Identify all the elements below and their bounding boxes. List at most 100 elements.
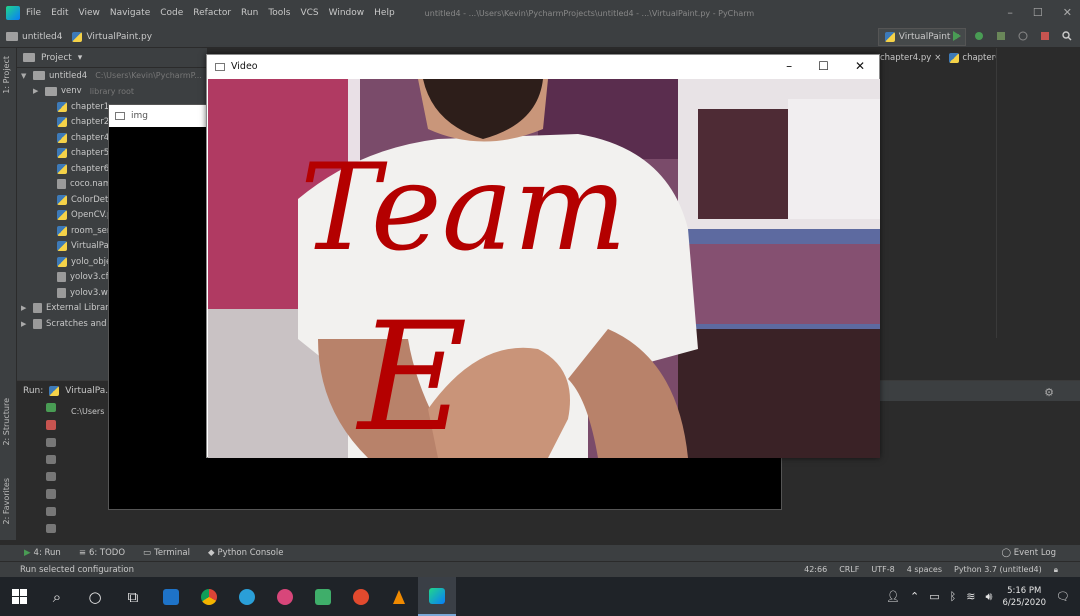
minimize-icon[interactable]: – [786,59,792,73]
photos-icon[interactable] [304,577,342,616]
lock-icon[interactable]: 🔒︎ [1054,565,1058,575]
stop-icon[interactable] [46,420,56,430]
expand-arrow-icon[interactable]: ▶ [21,320,29,328]
tree-item-path: library root [89,86,135,96]
breadcrumb-project[interactable]: untitled4 [6,32,62,42]
tree-item-label: untitled4 [49,70,88,81]
volume-icon[interactable]: 🔊︎ [986,590,993,604]
profile-icon[interactable] [1018,30,1028,42]
line-separator[interactable]: CRLF [839,565,859,575]
camera-icon[interactable]: ▭ [929,590,939,603]
trash-icon[interactable] [46,523,56,533]
event-log-button[interactable]: ◯ Event Log [1002,548,1056,558]
run-icon: ▶ [24,548,31,558]
windows-taskbar: ⌕ ○ ⧉ 👤︎ ⌃ ▭ ᛒ ≋ 🔊︎ 5:16 PM 6/25/2020 🗨︎ [0,577,1080,616]
tab-python-console-label: Python Console [217,548,284,558]
side-tab-favorites[interactable]: 2: Favorites [2,478,11,524]
cortana-icon[interactable]: ○ [76,577,114,616]
search-icon[interactable]: ⌕ [38,577,76,616]
mail-icon[interactable] [152,577,190,616]
maximize-icon[interactable]: ☐ [1033,6,1043,19]
menu-item-vcs[interactable]: VCS [300,8,318,18]
tree-item[interactable]: ▼ untitled4 C:\Users\Kevin\PycharmP... [17,68,207,84]
python-file-icon [49,386,60,396]
list-icon: ≡ [78,548,86,558]
project-panel-header[interactable]: Project ▾ [17,48,207,68]
menu-item-refactor[interactable]: Refactor [193,8,231,18]
painted-word-team: Team [300,139,627,278]
breadcrumb-file[interactable]: VirtualPaint.py [72,31,152,42]
editor-tab[interactable]: chapter4.py × [880,53,941,63]
run-icon[interactable] [952,30,962,42]
file-icon [33,303,42,314]
tree-item-path: C:\Users\Kevin\PycharmP... [95,71,202,81]
minimize-icon[interactable]: – [1007,6,1013,19]
indent-setting[interactable]: 4 spaces [907,565,942,575]
search-icon[interactable] [1062,30,1072,42]
pycharm-taskbar-icon[interactable] [418,577,456,616]
menu-item-view[interactable]: View [79,8,100,18]
side-tab-structure[interactable]: 2: Structure [2,398,11,446]
soft-wrap-icon[interactable] [46,454,56,464]
tree-item-label: venv [61,86,82,97]
video-window[interactable]: Video – ☐ ✕ Team E [206,54,880,458]
editor-right-gutter [996,48,1080,338]
img-window-title: img [131,111,148,121]
people-icon[interactable]: 👤︎ [886,590,900,603]
expand-arrow-icon[interactable]: ▼ [21,72,29,80]
tab-run[interactable]: ▶ 4: Run [24,548,61,558]
expand-arrow-icon[interactable]: ▶ [33,87,41,95]
task-view-icon[interactable]: ⧉ [114,577,152,616]
layout-icon[interactable] [46,437,56,447]
video-window-titlebar[interactable]: Video [207,55,879,78]
menu-item-run[interactable]: Run [241,8,258,18]
window-icon [115,112,125,120]
editor-tab-label: chapter4.py [880,53,932,63]
scroll-to-end-icon[interactable] [46,472,56,482]
coverage-icon[interactable] [996,30,1006,42]
close-icon[interactable]: × [934,53,941,63]
cursor-position[interactable]: 42:66 [804,565,827,575]
event-log-label: Event Log [1013,548,1056,558]
settings-app-icon[interactable] [266,577,304,616]
bluetooth-icon[interactable]: ᛒ [950,590,957,603]
menu-item-window[interactable]: Window [329,8,365,18]
python-interpreter[interactable]: Python 3.7 (untitled4) [954,565,1042,575]
start-button[interactable] [0,577,38,616]
expand-arrow-icon[interactable]: ▶ [21,304,29,312]
menu-item-help[interactable]: Help [374,8,395,18]
side-tab-project[interactable]: 1: Project [2,56,11,94]
pin-icon[interactable] [46,489,56,499]
menu-item-navigate[interactable]: Navigate [110,8,150,18]
tree-item[interactable]: ▶ venv library root [17,84,207,100]
menu-item-file[interactable]: File [26,8,41,18]
python-file-icon [57,101,67,112]
chrome-icon[interactable] [190,577,228,616]
chevron-up-icon[interactable]: ⌃ [910,590,919,603]
toolbar-buttons [952,30,1072,42]
notification-icon[interactable]: 🗨︎ [1056,590,1070,603]
maximize-icon[interactable]: ☐ [818,59,829,73]
print-icon[interactable] [46,506,56,516]
navigation-bar: untitled4 VirtualPaint.py VirtualPaint ▾ [0,26,1080,48]
vlc-icon[interactable] [380,577,418,616]
clock[interactable]: 5:16 PM 6/25/2020 [1002,585,1046,609]
screen-recorder-icon[interactable] [342,577,380,616]
edge-icon[interactable] [228,577,266,616]
run-tab[interactable]: VirtualPa... [65,386,114,396]
menu-item-edit[interactable]: Edit [51,8,68,18]
close-icon[interactable]: ✕ [855,59,865,73]
wifi-icon[interactable]: ≋ [966,590,975,603]
menu-item-tools[interactable]: Tools [268,8,290,18]
tab-python-console[interactable]: ◆ Python Console [208,548,283,558]
close-icon[interactable]: ✕ [1063,6,1072,19]
debug-icon[interactable] [974,30,984,42]
tab-todo[interactable]: ≡ 6: TODO [79,548,125,558]
stop-icon[interactable] [1040,30,1050,42]
menu-item-code[interactable]: Code [160,8,183,18]
file-encoding[interactable]: UTF-8 [871,565,894,575]
gear-icon[interactable]: ⚙ [1044,386,1054,399]
rerun-icon[interactable] [46,403,56,413]
tab-terminal[interactable]: ▭ Terminal [143,548,190,558]
vlc-cone-icon [393,589,405,604]
